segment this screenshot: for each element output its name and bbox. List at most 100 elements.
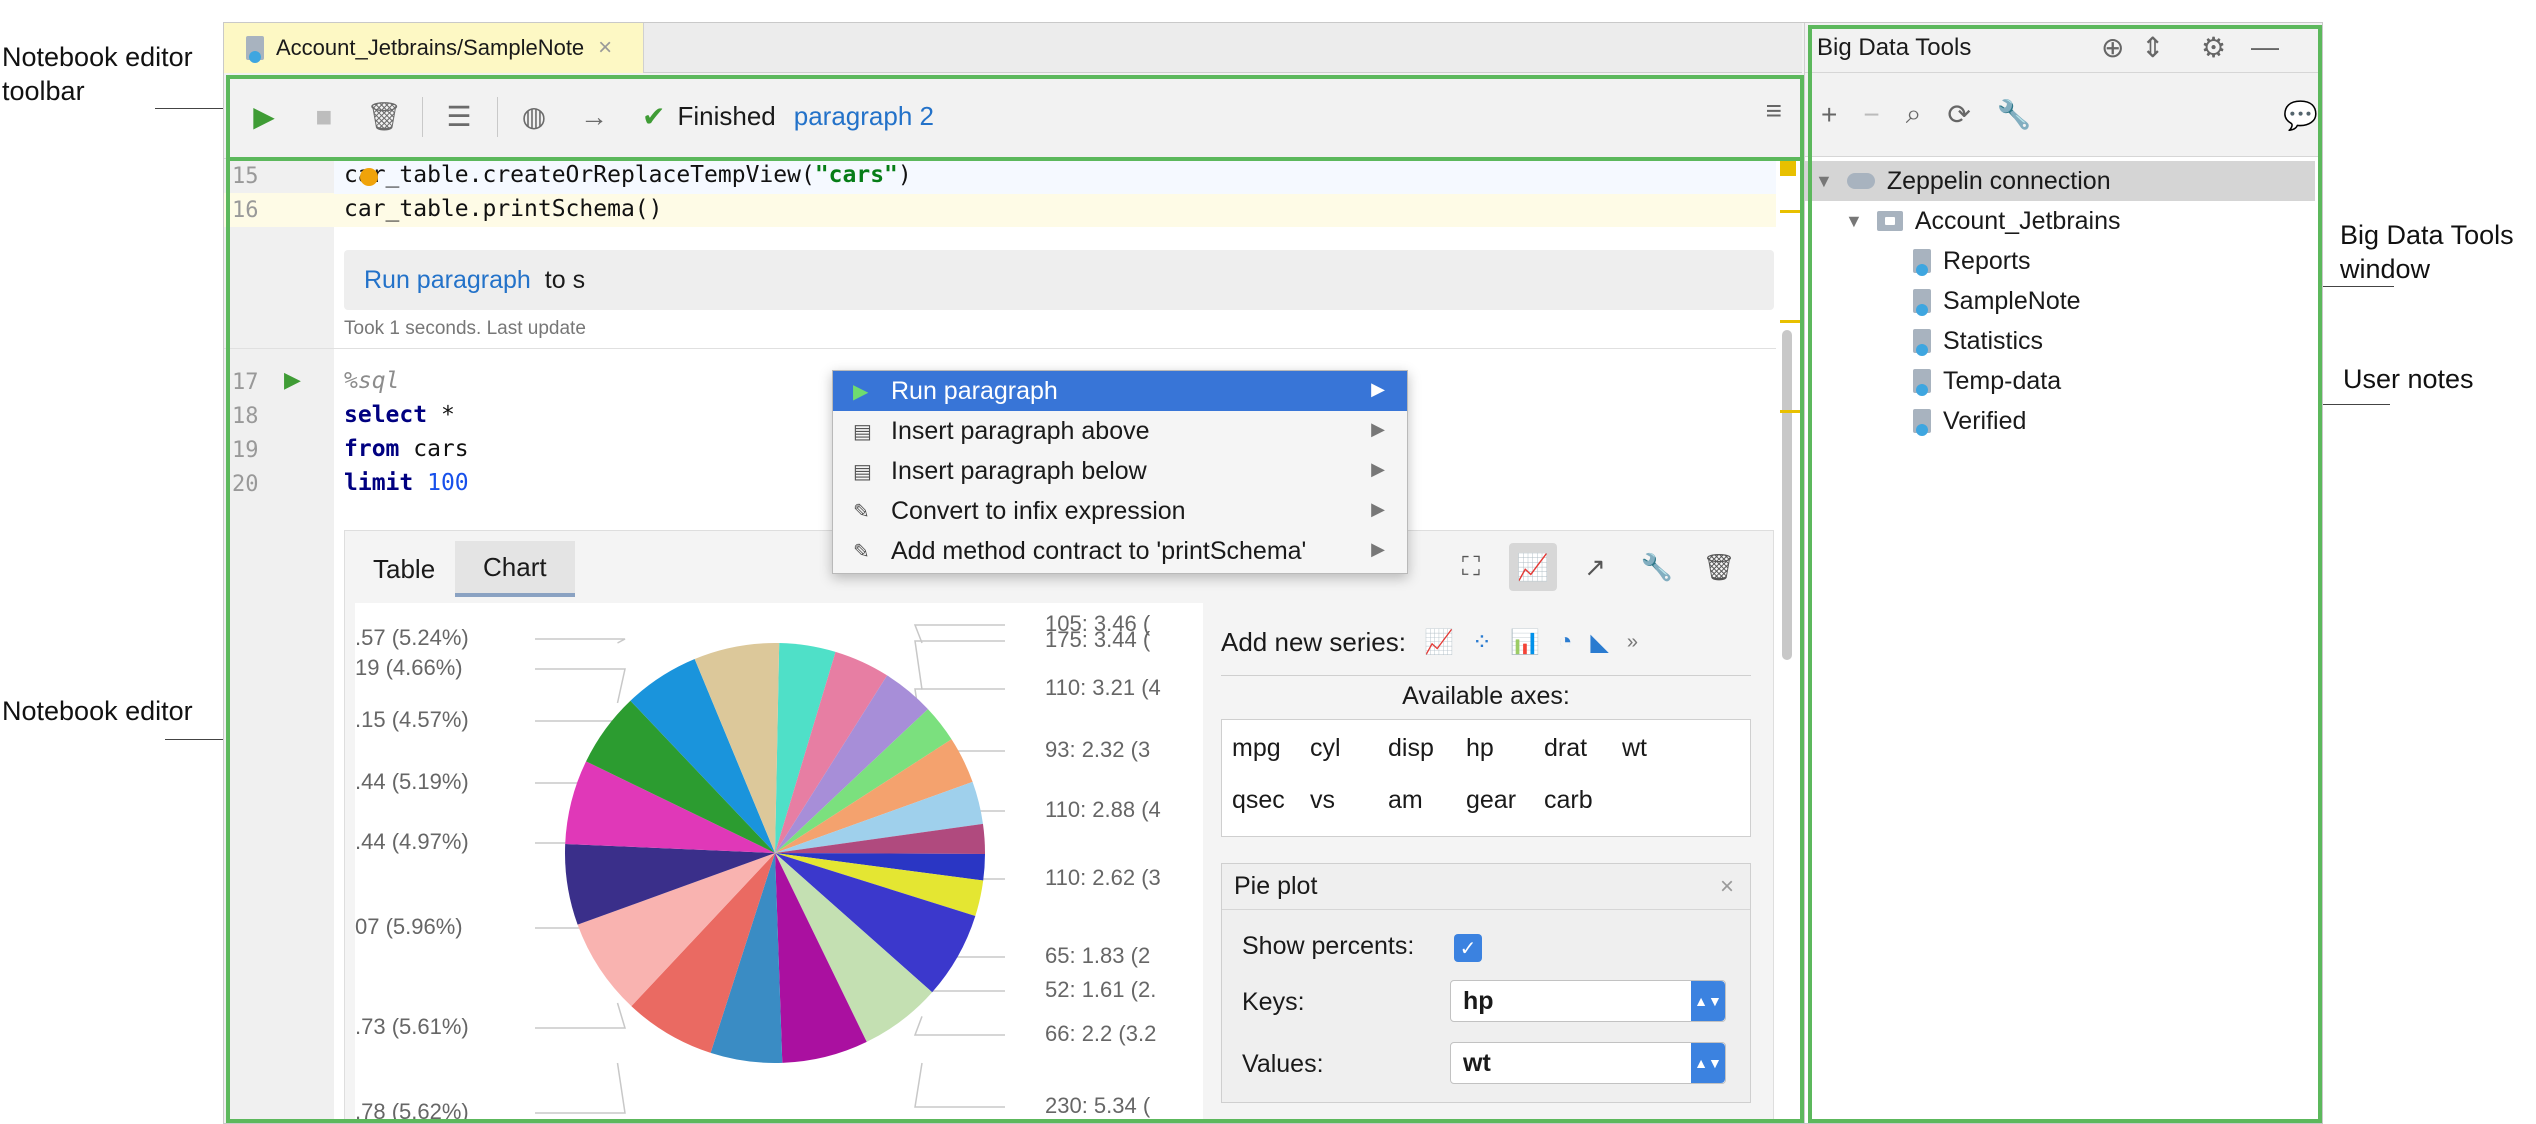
notebook-file-icon — [1913, 369, 1931, 396]
editor-tab[interactable]: Account_Jetbrains/SampleNote × — [224, 23, 644, 73]
folder-icon — [1876, 211, 1903, 231]
pie-label: 110: 2.62 (3 — [1045, 865, 1161, 890]
annotation-user-notes: User notes — [2343, 364, 2474, 394]
tree-item-note[interactable]: Reports — [1913, 241, 2031, 281]
annotation-bdt: Big Data Tools window — [2340, 220, 2514, 284]
tab-table[interactable]: Table — [345, 541, 463, 597]
axis-chip[interactable]: drat — [1544, 734, 1587, 763]
values-select[interactable]: wt ▲▼ — [1450, 1042, 1726, 1084]
error-stripe-mark[interactable] — [1780, 410, 1800, 413]
intention-bulb-icon[interactable] — [360, 168, 378, 186]
code-line-20[interactable]: limit 100 — [344, 470, 469, 496]
run-paragraph-link[interactable]: Run paragraph — [364, 266, 531, 295]
collapse-icon[interactable]: ⇕ — [2141, 31, 2164, 64]
area-series-icon[interactable]: ◣ — [1590, 628, 1608, 657]
tree-item-folder[interactable]: ▼ Account_Jetbrains — [1845, 201, 2121, 241]
pie-series-icon[interactable]: ◔ — [1558, 628, 1573, 656]
menu-item-insert-below[interactable]: ▤ Insert paragraph below ▶ — [833, 451, 1407, 491]
line-number: 17 — [232, 370, 259, 395]
editor-scrollbar[interactable] — [1782, 330, 1792, 660]
code-line-16[interactable]: car_table.printSchema() — [344, 196, 663, 222]
toolbar-separator — [422, 96, 423, 137]
stop-button[interactable]: ■ — [302, 95, 346, 139]
comment-icon[interactable]: 💬 — [2283, 99, 2318, 132]
pie-label: 110: 2.88 (4 — [1045, 797, 1161, 822]
code-text: ) — [897, 162, 912, 188]
code-line-18[interactable]: select * — [344, 402, 455, 428]
tree-item-connection[interactable]: ▼ Zeppelin connection — [1805, 161, 2315, 201]
notebook-file-icon — [1913, 289, 1931, 316]
code-line-17[interactable]: %sql — [344, 368, 399, 394]
scatter-series-icon[interactable]: ⁘ — [1472, 628, 1492, 657]
close-icon[interactable]: × — [1720, 873, 1734, 901]
wrench-icon[interactable]: 🔧 — [1997, 98, 2032, 131]
menu-item-run-paragraph[interactable]: ▶ Run paragraph ▶ — [833, 371, 1407, 411]
run-all-button[interactable]: ▶ — [242, 95, 286, 139]
menu-item-add-contract[interactable]: ✎ Add method contract to 'printSchema' ▶ — [833, 531, 1407, 571]
settings-button[interactable]: ☰ — [437, 95, 481, 139]
error-stripe-mark[interactable] — [1780, 210, 1800, 213]
code-line-15[interactable]: car_table.createOrReplaceTempView("cars"… — [344, 162, 912, 188]
axis-chip[interactable]: gear — [1466, 786, 1516, 815]
keys-select[interactable]: hp ▲▼ — [1450, 980, 1726, 1022]
tree-item-label: Account_Jetbrains — [1914, 206, 2121, 235]
axis-chip[interactable]: hp — [1466, 734, 1494, 763]
pie-label: .44 (4.97%) — [355, 829, 469, 854]
error-stripe-mark[interactable] — [1780, 320, 1800, 323]
line-chart-icon[interactable]: 📈 — [1509, 543, 1557, 591]
show-percents-checkbox[interactable]: ✓ — [1454, 934, 1482, 962]
line-series-icon[interactable]: 📈 — [1424, 628, 1454, 657]
insert-below-icon: ▤ — [853, 460, 872, 483]
more-icon[interactable]: » — [1627, 631, 1638, 654]
menu-item-insert-above[interactable]: ▤ Insert paragraph above ▶ — [833, 411, 1407, 451]
submenu-arrow-icon: ▶ — [1371, 379, 1385, 399]
fullscreen-icon[interactable]: ⛶ — [1447, 543, 1495, 591]
code-line-19[interactable]: from cars — [344, 436, 469, 462]
tree-item-note[interactable]: Statistics — [1913, 321, 2043, 361]
tree-item-note[interactable]: Verified — [1913, 401, 2026, 441]
trash-icon[interactable]: 🗑 — [1695, 543, 1743, 591]
minimize-icon[interactable]: — — [2251, 31, 2279, 63]
search-icon[interactable]: ⌕ — [1906, 98, 1922, 131]
axis-chip[interactable]: disp — [1388, 734, 1434, 763]
run-paragraph-gutter-icon[interactable]: ▶ — [284, 367, 301, 393]
close-tab-icon[interactable]: × — [598, 34, 612, 62]
gear-icon[interactable]: ⚙ — [2201, 31, 2226, 64]
add-series-row: Add new series: 📈 ⁘ 📊 ◔ ◣ » — [1221, 619, 1751, 665]
available-axes-box: mpg cyl disp hp drat wt qsec vs am gear … — [1221, 719, 1751, 837]
keys-value: hp — [1463, 986, 1494, 1015]
values-value: wt — [1463, 1048, 1491, 1077]
add-icon[interactable]: + — [1821, 99, 1837, 131]
menu-item-convert-infix[interactable]: ✎ Convert to infix expression ▶ — [833, 491, 1407, 531]
refresh-icon[interactable]: ⟳ — [1947, 98, 1970, 131]
outline-icon[interactable]: ≡ — [1766, 95, 1782, 127]
chart-settings: Add new series: 📈 ⁘ 📊 ◔ ◣ » Available ax… — [1221, 619, 1751, 1123]
axis-chip[interactable]: cyl — [1310, 734, 1341, 763]
axis-chip[interactable]: wt — [1622, 734, 1647, 763]
pie-label: 175: 3.44 ( — [1045, 627, 1151, 652]
open-in-browser-button[interactable]: ◍ — [512, 95, 556, 139]
context-menu: ▶ Run paragraph ▶ ▤ Insert paragraph abo… — [832, 370, 1408, 574]
crosshair-icon[interactable]: ⊕ — [2101, 31, 2124, 64]
export-icon[interactable]: ↗ — [1571, 543, 1619, 591]
code-text: car_table.printSchema() — [344, 196, 663, 222]
pie-label: 110: 3.21 (4 — [1045, 675, 1161, 700]
wrench-icon[interactable]: 🔧 — [1633, 543, 1681, 591]
axis-chip[interactable]: qsec — [1232, 786, 1285, 815]
tab-chart[interactable]: Chart — [455, 541, 575, 597]
bar-series-icon[interactable]: 📊 — [1510, 628, 1540, 657]
tree-item-note[interactable]: Temp-data — [1913, 361, 2061, 401]
axis-chip[interactable]: carb — [1544, 786, 1593, 815]
remove-icon[interactable]: − — [1863, 99, 1879, 131]
axis-chip[interactable]: mpg — [1232, 734, 1281, 763]
paragraph-link[interactable]: paragraph 2 — [794, 101, 934, 132]
warning-marker[interactable] — [1780, 160, 1796, 176]
axis-chip[interactable]: am — [1388, 786, 1423, 815]
menu-item-label: Insert paragraph below — [891, 456, 1147, 485]
navigate-button[interactable]: → — [572, 95, 616, 139]
notebook-toolbar: ▶ ■ 🗑 ☰ ◍ → ✔ Finished paragraph 2 ≡ — [224, 75, 1802, 159]
tree-item-note[interactable]: SampleNote — [1913, 281, 2081, 321]
add-series-label: Add new series: — [1221, 626, 1406, 657]
clear-output-button[interactable]: 🗑 — [362, 95, 406, 139]
axis-chip[interactable]: vs — [1310, 786, 1335, 815]
